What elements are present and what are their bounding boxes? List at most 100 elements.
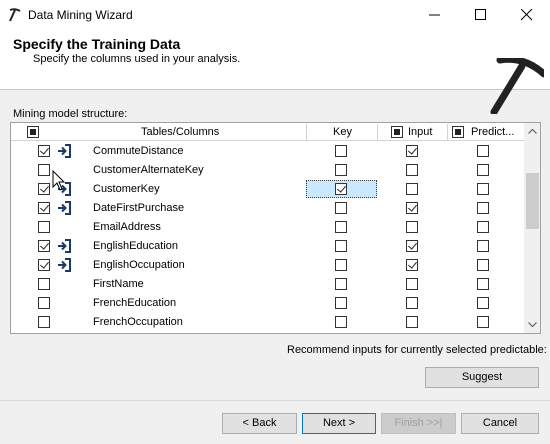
column-name: FirstName bbox=[93, 278, 144, 290]
select-all-predict-checkbox[interactable] bbox=[452, 126, 464, 138]
include-column-checkbox[interactable] bbox=[38, 316, 50, 328]
select-all-include-checkbox[interactable] bbox=[27, 126, 39, 138]
scroll-up-icon[interactable] bbox=[528, 128, 537, 134]
column-name: FrenchOccupation bbox=[93, 316, 183, 328]
scrollbar-thumb[interactable] bbox=[526, 173, 539, 229]
vertical-scrollbar[interactable] bbox=[524, 123, 540, 333]
column-header-predict: Predict... bbox=[471, 126, 515, 138]
predict-checkbox[interactable] bbox=[477, 221, 489, 233]
input-checkbox[interactable] bbox=[406, 183, 418, 195]
input-checkbox[interactable] bbox=[406, 202, 418, 214]
wizard-header: Specify the Training Data Specify the co… bbox=[0, 30, 550, 114]
column-name: CommuteDistance bbox=[93, 145, 184, 157]
include-column-checkbox[interactable] bbox=[38, 183, 50, 195]
key-checkbox[interactable] bbox=[335, 297, 347, 309]
include-column-checkbox[interactable] bbox=[38, 202, 50, 214]
predict-checkbox[interactable] bbox=[477, 183, 489, 195]
next-button[interactable]: Next > bbox=[302, 413, 376, 434]
column-name: DateFirstPurchase bbox=[93, 202, 185, 214]
table-row[interactable]: CommuteDistance bbox=[11, 142, 524, 161]
footer-divider bbox=[0, 400, 550, 401]
key-checkbox[interactable] bbox=[335, 259, 347, 271]
input-checkbox[interactable] bbox=[406, 316, 418, 328]
key-checkbox[interactable] bbox=[335, 240, 347, 252]
input-checkbox[interactable] bbox=[406, 221, 418, 233]
page-subtitle: Specify the columns used in your analysi… bbox=[33, 53, 241, 65]
key-checkbox[interactable] bbox=[335, 183, 347, 195]
include-column-checkbox[interactable] bbox=[38, 297, 50, 309]
predict-checkbox[interactable] bbox=[477, 278, 489, 290]
mining-structure-label: Mining model structure: bbox=[13, 108, 128, 120]
grid-header: Tables/Columns Key Input Predict... bbox=[11, 123, 524, 141]
input-checkbox[interactable] bbox=[406, 240, 418, 252]
input-checkbox[interactable] bbox=[406, 278, 418, 290]
include-column-checkbox[interactable] bbox=[38, 145, 50, 157]
column-header-tables: Tables/Columns bbox=[141, 126, 220, 138]
minimize-icon bbox=[429, 14, 440, 16]
include-column-checkbox[interactable] bbox=[38, 221, 50, 233]
input-checkbox[interactable] bbox=[406, 164, 418, 176]
scroll-down-icon[interactable] bbox=[528, 322, 537, 328]
predict-checkbox[interactable] bbox=[477, 145, 489, 157]
column-divider bbox=[306, 124, 307, 140]
recommend-inputs-label: Recommend inputs for currently selected … bbox=[287, 344, 547, 356]
table-row[interactable]: CustomerAlternateKey bbox=[11, 161, 524, 180]
close-icon bbox=[521, 9, 533, 21]
predict-checkbox[interactable] bbox=[477, 316, 489, 328]
input-arrow-icon bbox=[58, 239, 71, 253]
input-checkbox[interactable] bbox=[406, 259, 418, 271]
cancel-button[interactable]: Cancel bbox=[461, 413, 539, 434]
input-arrow-icon bbox=[58, 201, 71, 215]
close-button[interactable] bbox=[504, 0, 550, 30]
predict-checkbox[interactable] bbox=[477, 297, 489, 309]
table-row[interactable]: FrenchOccupation bbox=[11, 313, 524, 332]
column-name: CustomerAlternateKey bbox=[93, 164, 204, 176]
input-checkbox[interactable] bbox=[406, 297, 418, 309]
predict-checkbox[interactable] bbox=[477, 259, 489, 271]
table-row[interactable]: FrenchEducation bbox=[11, 294, 524, 313]
include-column-checkbox[interactable] bbox=[38, 164, 50, 176]
finish-button[interactable]: Finish >>| bbox=[381, 413, 456, 434]
key-checkbox[interactable] bbox=[335, 202, 347, 214]
predict-checkbox[interactable] bbox=[477, 164, 489, 176]
mouse-cursor-icon bbox=[52, 170, 66, 191]
predict-checkbox[interactable] bbox=[477, 202, 489, 214]
key-checkbox[interactable] bbox=[335, 278, 347, 290]
key-checkbox[interactable] bbox=[335, 164, 347, 176]
table-row[interactable]: EnglishOccupation bbox=[11, 256, 524, 275]
minimize-button[interactable] bbox=[412, 0, 458, 30]
include-column-checkbox[interactable] bbox=[38, 240, 50, 252]
column-header-input: Input bbox=[408, 126, 433, 138]
pickaxe-logo-icon bbox=[490, 58, 544, 114]
column-header-key: Key bbox=[333, 126, 352, 138]
page-title: Specify the Training Data bbox=[13, 36, 181, 52]
maximize-button[interactable] bbox=[458, 0, 504, 30]
select-all-input-checkbox[interactable] bbox=[391, 126, 403, 138]
column-name: EnglishOccupation bbox=[93, 259, 185, 271]
pickaxe-app-icon bbox=[9, 8, 21, 22]
table-row[interactable]: CustomerKey bbox=[11, 180, 524, 199]
column-divider bbox=[447, 124, 448, 140]
suggest-button[interactable]: Suggest bbox=[425, 367, 539, 388]
key-checkbox[interactable] bbox=[335, 316, 347, 328]
window-title: Data Mining Wizard bbox=[28, 8, 133, 22]
key-checkbox[interactable] bbox=[335, 145, 347, 157]
include-column-checkbox[interactable] bbox=[38, 259, 50, 271]
column-divider bbox=[377, 124, 378, 140]
input-arrow-icon bbox=[58, 258, 71, 272]
grid-rows: CommuteDistance CustomerAlternateKey Custo… bbox=[11, 142, 524, 332]
column-name: CustomerKey bbox=[93, 183, 160, 195]
title-bar: Data Mining Wizard bbox=[0, 0, 550, 30]
table-row[interactable]: EnglishEducation bbox=[11, 237, 524, 256]
table-row[interactable]: EmailAddress bbox=[11, 218, 524, 237]
include-column-checkbox[interactable] bbox=[38, 278, 50, 290]
table-row[interactable]: FirstName bbox=[11, 275, 524, 294]
back-button[interactable]: < Back bbox=[222, 413, 297, 434]
table-row[interactable]: DateFirstPurchase bbox=[11, 199, 524, 218]
key-checkbox[interactable] bbox=[335, 221, 347, 233]
columns-grid[interactable]: Tables/Columns Key Input Predict... Comm… bbox=[10, 122, 541, 334]
predict-checkbox[interactable] bbox=[477, 240, 489, 252]
input-checkbox[interactable] bbox=[406, 145, 418, 157]
column-name: EnglishEducation bbox=[93, 240, 179, 252]
column-name: EmailAddress bbox=[93, 221, 161, 233]
